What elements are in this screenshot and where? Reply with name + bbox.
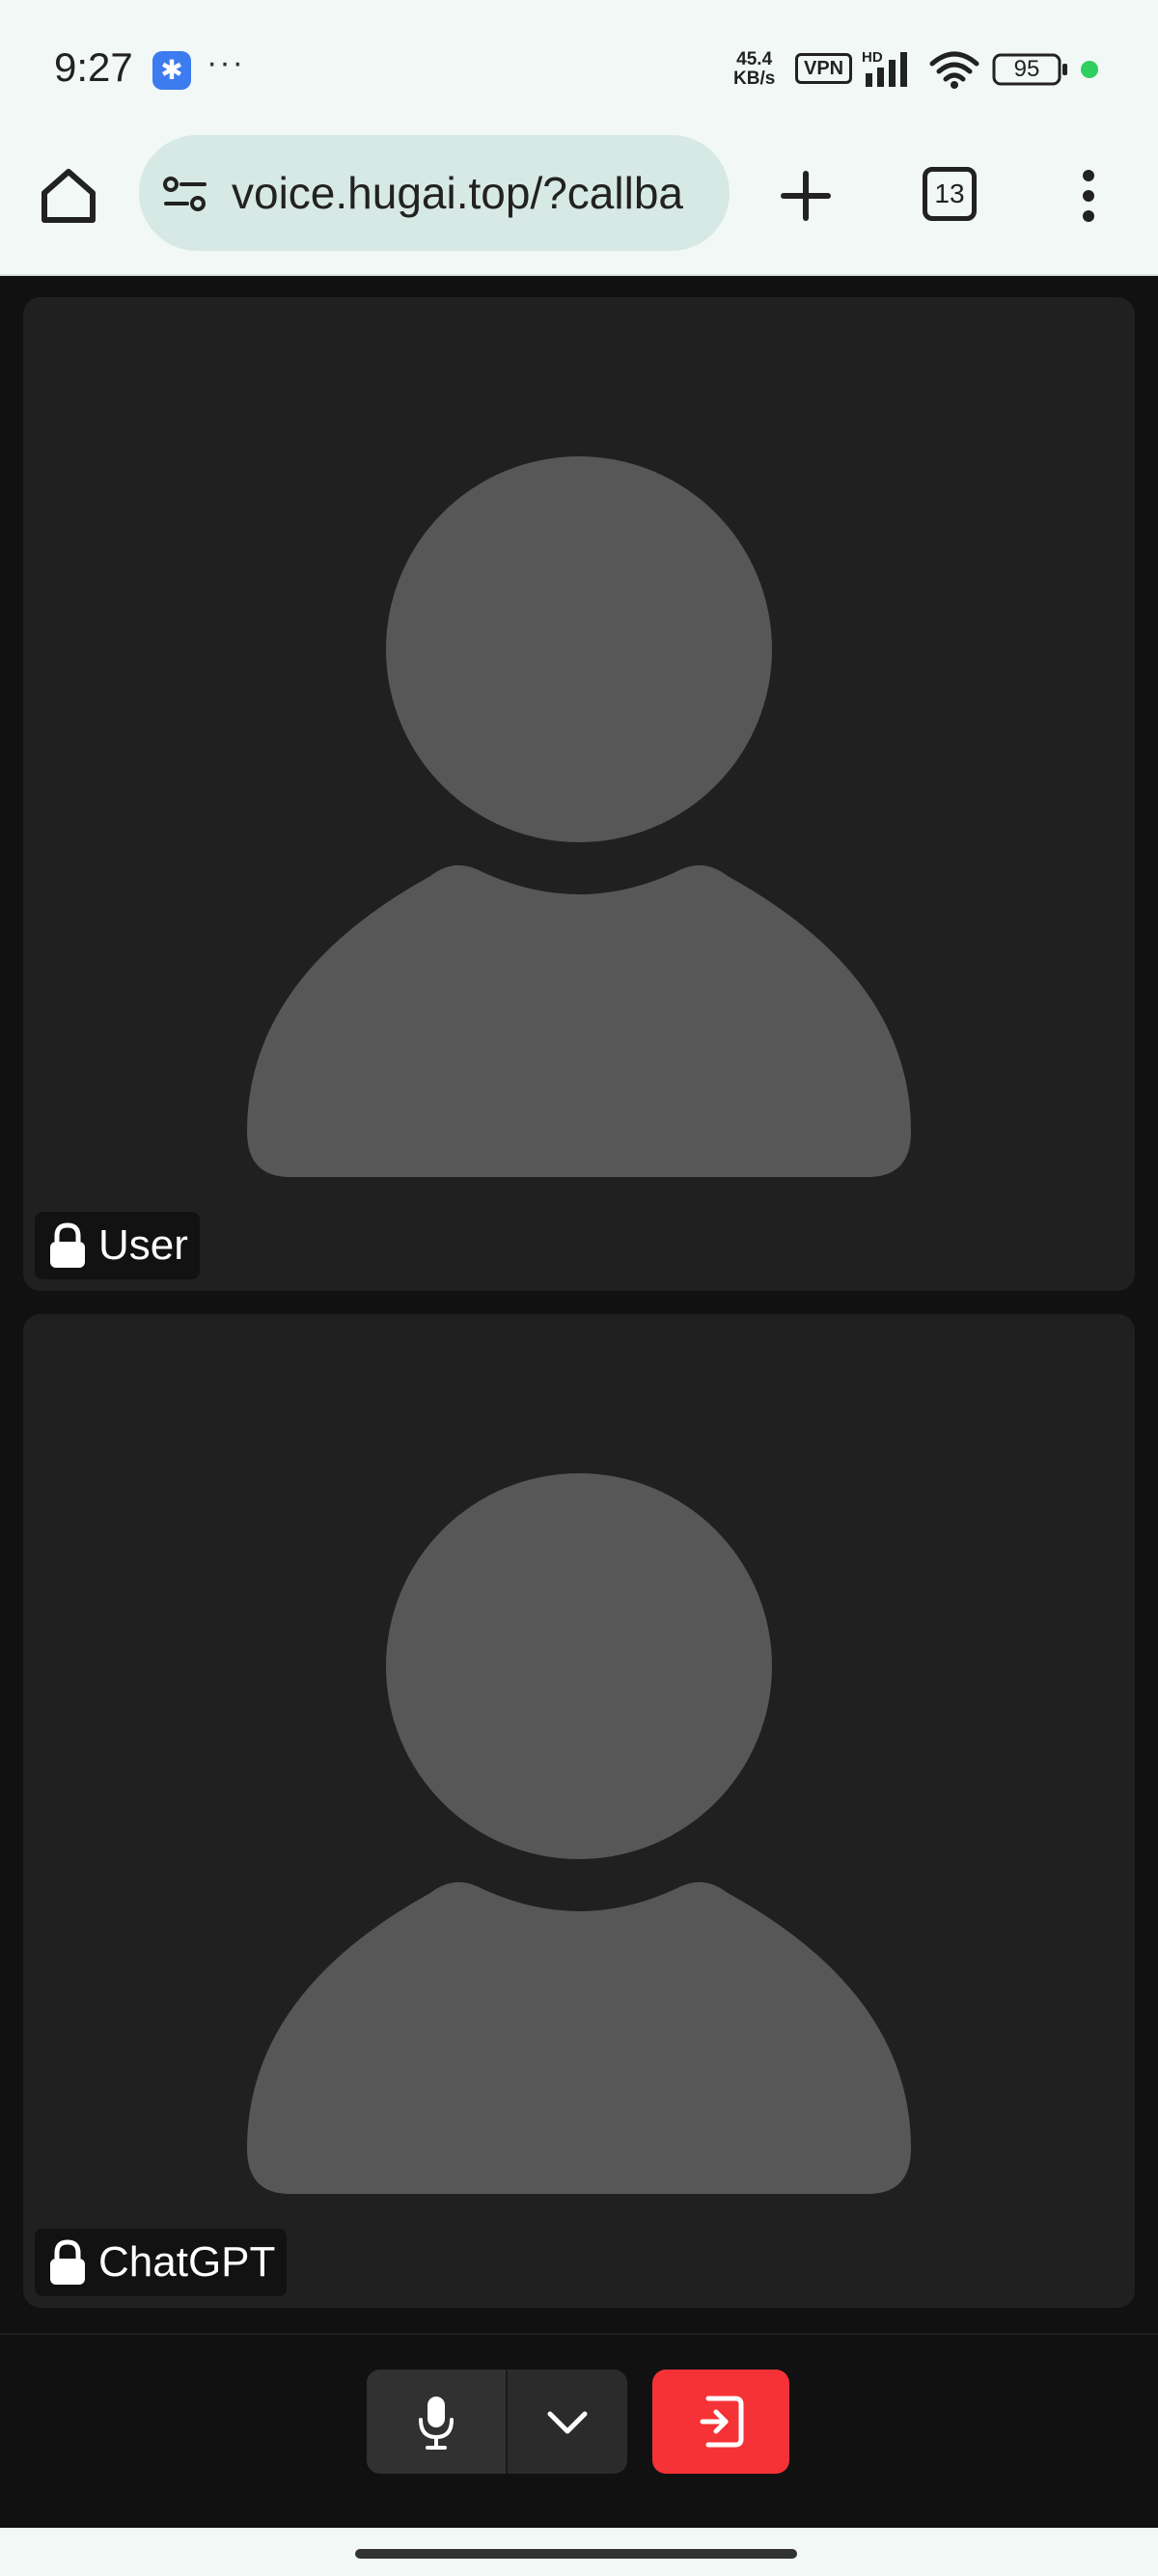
participant-tile-user: User [23, 297, 1135, 1291]
network-speed: 45.4 KB/s [733, 50, 775, 89]
participant-tile-chatgpt: ChatGPT [23, 1314, 1135, 2308]
new-tab-button[interactable] [774, 164, 838, 228]
avatar-placeholder-icon [247, 1473, 911, 2194]
participant-name-tag: ChatGPT [35, 2229, 288, 2296]
microphone-toggle-button[interactable] [367, 2370, 506, 2474]
network-speed-unit: KB/s [733, 69, 776, 89]
status-bar: 9:27 ✱ ··· 45.4 KB/s VPN HD 95 [0, 0, 1158, 135]
participant-name-tag: User [35, 1212, 200, 1279]
battery-level: 95 [1013, 56, 1040, 82]
chevron-down-icon [547, 2411, 588, 2434]
signal-hd-label: HD [862, 49, 883, 66]
network-speed-value: 45.4 [736, 49, 773, 69]
site-settings-icon[interactable] [162, 174, 208, 216]
overflow-menu-button[interactable] [1069, 164, 1108, 228]
leave-call-button[interactable] [652, 2370, 789, 2474]
leave-icon [700, 2396, 744, 2448]
microphone-icon [419, 2397, 454, 2450]
status-time: 9:27 [54, 44, 133, 90]
avatar-placeholder-icon [247, 456, 911, 1177]
vpn-badge: VPN [795, 53, 853, 84]
lock-icon [50, 2239, 85, 2285]
app-notification-icon: ✱ [152, 51, 191, 90]
signal-icon: HD [862, 49, 907, 87]
call-control-bar [0, 2333, 1158, 2528]
microphone-device-dropdown[interactable] [508, 2370, 627, 2474]
url-text[interactable]: voice.hugai.top/?callba [232, 166, 710, 220]
participant-name: ChatGPT [98, 2238, 276, 2286]
plus-icon [781, 171, 831, 221]
lock-icon [50, 1222, 85, 1268]
home-icon [41, 169, 96, 223]
participant-name: User [98, 1221, 188, 1269]
tab-switcher-button[interactable]: 13 [923, 167, 977, 221]
gesture-navigation-bar[interactable] [355, 2549, 797, 2559]
address-bar[interactable]: voice.hugai.top/?callba [139, 135, 730, 251]
system-navigation-area [0, 2528, 1158, 2576]
browser-toolbar: voice.hugai.top/?callba 13 [0, 135, 1158, 276]
microphone-control-group [367, 2370, 627, 2474]
overflow-menu-icon [1083, 170, 1094, 222]
charging-indicator [1081, 61, 1098, 78]
wifi-icon [929, 51, 979, 89]
home-button[interactable] [37, 164, 100, 228]
more-notifications-indicator: ··· [207, 44, 245, 81]
